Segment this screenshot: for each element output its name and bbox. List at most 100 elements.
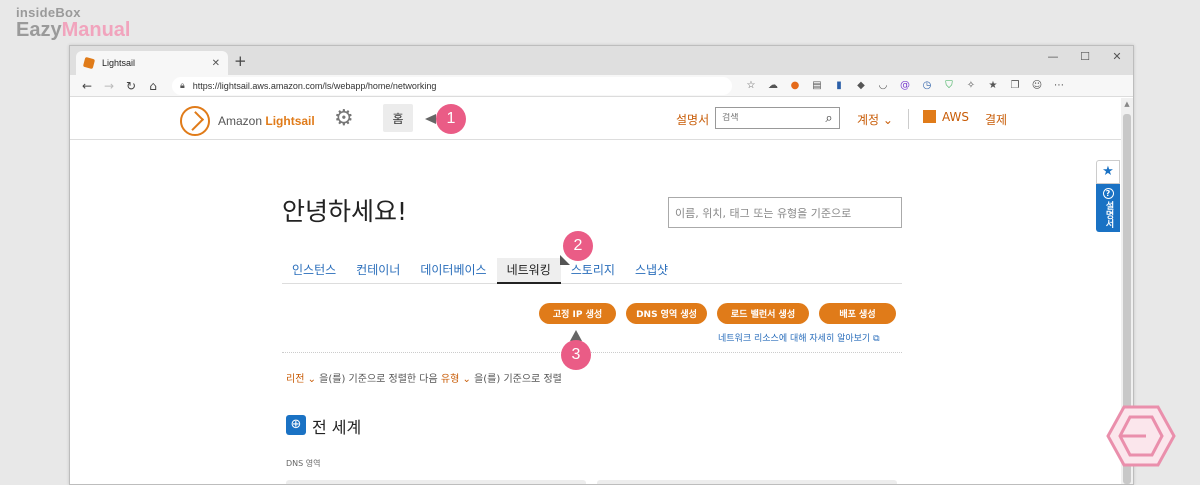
extension-icons: ☆ ☁ ● ▤ ▮ ◆ ◡ @ ◷ ⛉ ✧ ★ ❐ ☺ ⋯ [740,77,1070,95]
favorites-icon[interactable]: ★ [982,77,1004,95]
tab-instances[interactable]: 인스턴스 [282,258,346,284]
billing-link[interactable]: 결제 [985,111,1007,128]
resource-card[interactable] [597,480,897,484]
scroll-up-icon[interactable]: ▲ [1121,100,1133,108]
home-icon[interactable]: ⌂ [142,79,164,93]
marker-pointer [425,114,436,124]
tab-containers[interactable]: 컨테이너 [346,258,410,284]
question-icon: ? [1102,188,1114,199]
sort-field2-dropdown[interactable]: 유형 ⌄ [441,374,471,385]
sort-tail-text: 을(를) 기준으로 정렬 [474,374,562,385]
watermark: insideBox EazyManual [16,6,131,40]
shield-icon[interactable]: ⛉ [938,77,960,95]
create-load-balancer-button[interactable]: 로드 밸런서 생성 [717,303,809,324]
external-link-icon: ⧉ [873,334,880,344]
region-heading: 전 세계 [312,418,362,437]
divider [282,352,902,353]
minimize-button[interactable]: — [1037,46,1069,68]
layers-icon[interactable]: ◆ [850,77,872,95]
forward-icon[interactable]: → [98,79,120,93]
search-icon[interactable]: ⌕ [819,111,839,126]
divider [908,109,909,129]
side-tab: ★ ? 설명서 [1096,160,1120,232]
profile-icon[interactable]: ☺ [1026,77,1048,95]
lock-icon: 🔒︎ [180,80,185,91]
help-tab-label: 설명서 [1103,201,1114,228]
aws-console-link[interactable]: AWS [923,110,969,124]
pocket-icon[interactable]: ◡ [872,77,894,95]
watermark-line2: EazyManual [16,20,131,40]
tab-databases[interactable]: 데이터베이스 [410,258,496,284]
tab-close-icon[interactable]: ✕ [212,58,220,69]
browser-tab-title: Lightsail [102,58,136,68]
dns-zone-label: DNS 영역 [286,459,321,468]
browser-window: Lightsail ✕ + — ☐ ✕ ← → ↻ ⌂ 🔒︎ https://l… [69,45,1134,485]
chart-icon[interactable]: ▮ [828,77,850,95]
tab-snapshots[interactable]: 스냅샷 [625,258,678,284]
globe-icon: ⊕ [286,415,306,435]
create-dns-zone-button[interactable]: DNS 영역 생성 [626,303,707,324]
guide-link[interactable]: 설명서 [676,111,709,128]
account-menu[interactable]: 계정 ⌄ [857,111,893,128]
brand-name: Lightsail [265,114,315,128]
page-title: 안녕하세요! [282,197,408,226]
brand-text: Amazon Lightsail [218,114,315,128]
step-marker-1: 1 [436,104,466,134]
reader-icon[interactable]: ▤ [806,77,828,95]
watermark-hex-logo-icon [1106,405,1176,467]
maximize-button[interactable]: ☐ [1069,46,1101,68]
resource-filter-input[interactable]: 이름, 위치, 태그 또는 유형을 기준으로 [668,197,902,228]
learn-more-text: 네트워크 리소스에 대해 자세히 알아보기 [718,334,871,344]
create-distribution-button[interactable]: 배포 생성 [819,303,896,324]
watermark-line1: insideBox [16,5,81,20]
browser-tab[interactable]: Lightsail ✕ [76,51,228,75]
chevron-down-icon: ⌄ [882,113,893,127]
lightsail-navbar: Amazon Lightsail ⚙ 홈 설명서 ⌕ 계정 ⌄ AWS 결제 [70,98,1121,140]
chevron-down-icon: ⌄ [462,374,471,385]
tab-networking[interactable]: 네트워킹 [496,258,561,284]
main-content: 안녕하세요! 이름, 위치, 태그 또는 유형을 기준으로 인스턴스 컨테이너 … [70,140,1121,484]
tab-strip: Lightsail ✕ + — ☐ ✕ [70,46,1133,75]
window-controls: — ☐ ✕ [1037,46,1133,68]
collections-icon[interactable]: ❐ [1004,77,1026,95]
step-marker-3: 3 [561,340,591,370]
settings-gear-icon[interactable]: ⚙ [334,106,354,131]
watermark-line2a: Eazy [16,19,62,41]
puzzle-icon[interactable]: ✧ [960,77,982,95]
nav-search: ⌕ [715,107,840,129]
address-url: https://lightsail.aws.amazon.com/ls/weba… [192,80,437,91]
new-tab-button[interactable]: + [234,52,247,70]
lightsail-logo-icon [180,106,210,136]
clock-icon[interactable]: ◷ [916,77,938,95]
nav-search-input[interactable] [716,113,819,123]
aws-label: AWS [942,110,970,124]
sort-field1-label: 리전 [286,374,305,385]
help-tab[interactable]: ? 설명서 [1096,184,1120,232]
resource-card[interactable] [286,480,586,484]
more-icon[interactable]: ⋯ [1048,77,1070,95]
sort-field2-label: 유형 [440,374,460,385]
aws-cube-icon [923,110,936,123]
learn-more-link[interactable]: 네트워크 리소스에 대해 자세히 알아보기 ⧉ [718,331,880,344]
back-icon[interactable]: ← [76,79,98,93]
create-static-ip-button[interactable]: 고정 IP 생성 [539,303,616,324]
favorite-star-icon[interactable]: ★ [1096,160,1120,184]
tab-storage[interactable]: 스토리지 [561,258,625,284]
at-icon[interactable]: @ [894,77,916,95]
extension-orange-icon[interactable]: ● [784,77,806,95]
sort-description: 리전 ⌄ 을(를) 기준으로 정렬한 다음 유형 ⌄ 을(를) 기준으로 정렬 [286,370,562,385]
resource-tabs: 인스턴스 컨테이너 데이터베이스 네트워킹 스토리지 스냅샷 [282,258,902,284]
brand-prefix: Amazon [218,114,263,128]
close-window-button[interactable]: ✕ [1101,46,1133,68]
sort-mid-text: 을(를) 기준으로 정렬한 다음 [319,374,438,385]
refresh-icon[interactable]: ↻ [120,79,142,93]
watermark-line2b: Manual [61,19,131,41]
sort-field1-dropdown[interactable]: 리전 ⌄ [286,374,316,385]
chevron-down-icon: ⌄ [307,374,316,385]
browser-toolbar: ← → ↻ ⌂ 🔒︎ https://lightsail.aws.amazon.… [70,75,1133,97]
favorite-add-icon[interactable]: ☆ [740,77,762,95]
cloud-icon[interactable]: ☁ [762,77,784,95]
home-button[interactable]: 홈 [383,104,413,132]
lightsail-logo[interactable]: Amazon Lightsail [180,106,315,136]
address-bar[interactable]: 🔒︎ https://lightsail.aws.amazon.com/ls/w… [172,76,732,95]
